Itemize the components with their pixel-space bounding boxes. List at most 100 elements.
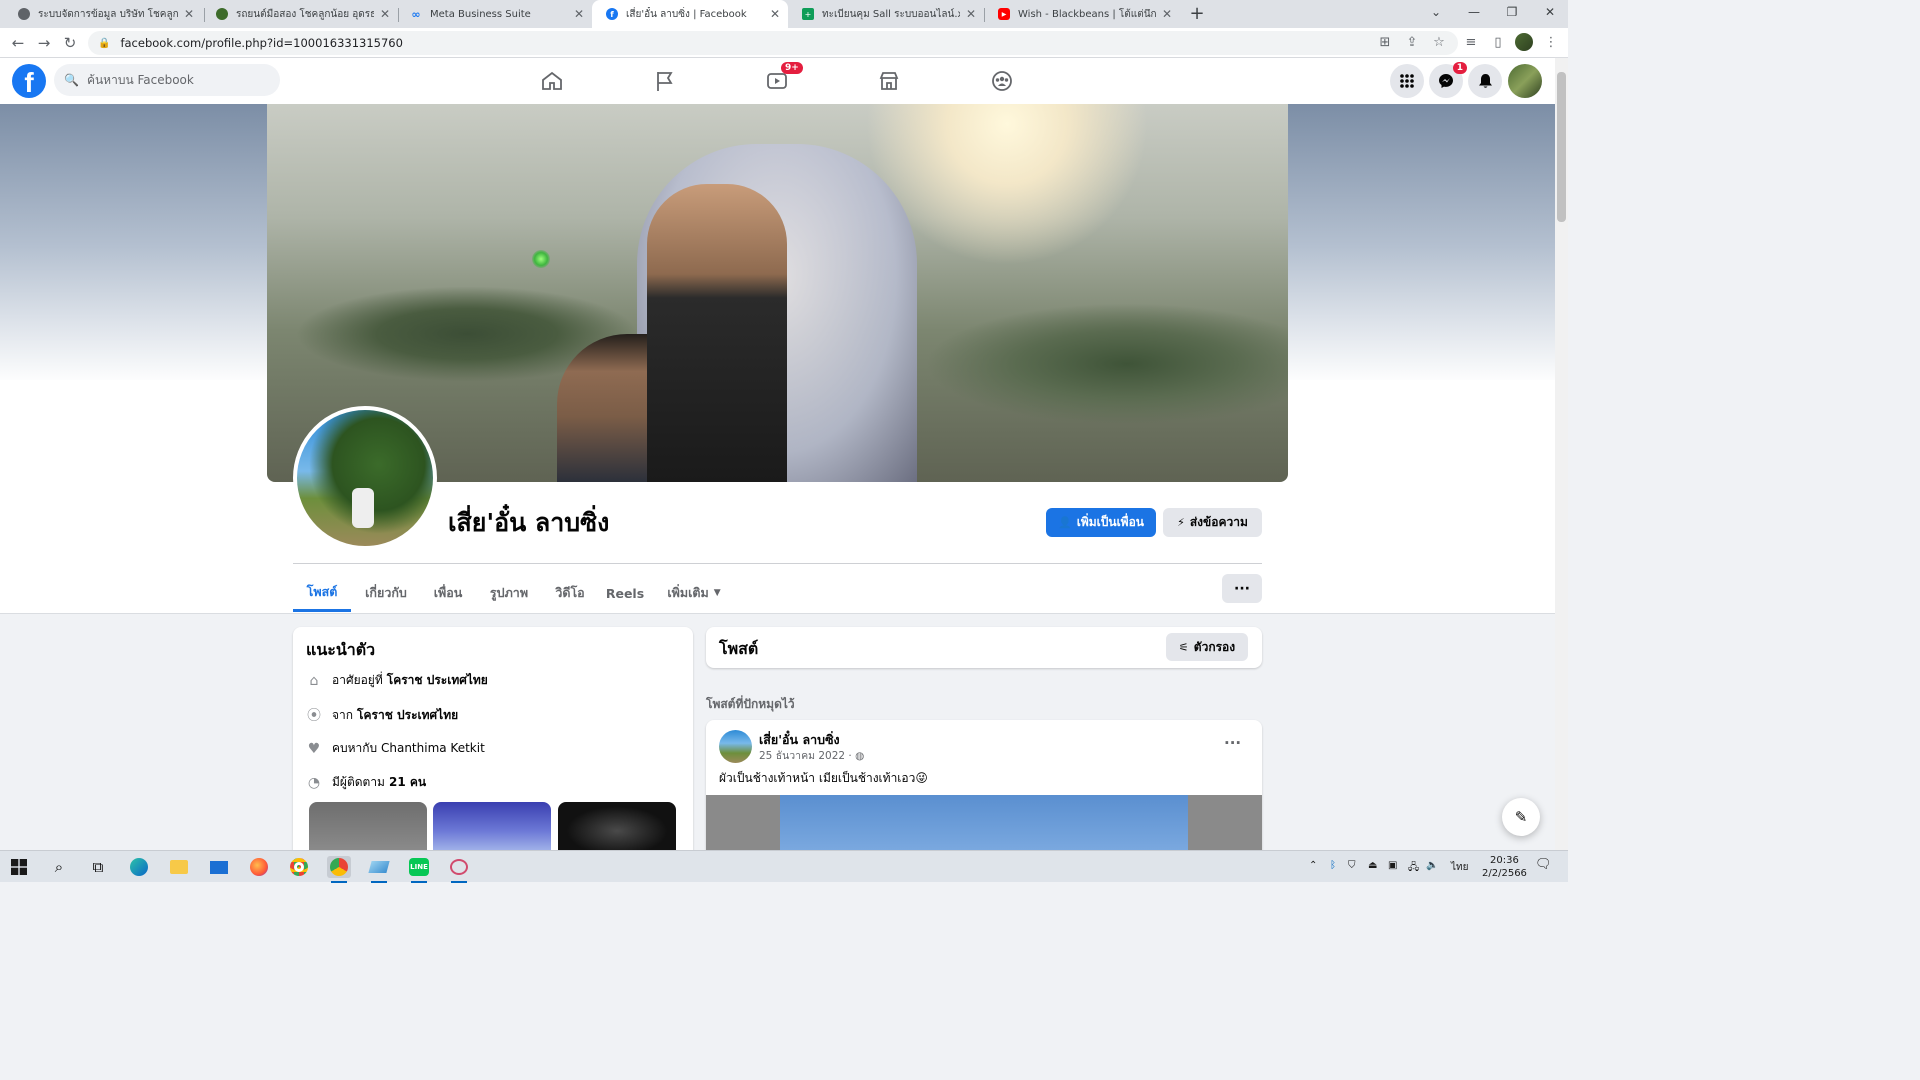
notification-center-icon[interactable]: 🗨 [1535,857,1552,872]
close-icon[interactable]: ✕ [184,7,194,21]
notifications-bell-icon[interactable] [1468,64,1502,98]
address-bar[interactable]: 🔒 facebook.com/profile.php?id=1000163313… [88,31,1458,55]
new-tab-button[interactable]: + [1186,3,1208,24]
task-view-icon[interactable]: ⧉ [86,856,110,878]
filter-button[interactable]: ⚟ ตัวกรอง [1166,633,1248,661]
page-scrollbar[interactable] [1555,58,1568,850]
tab-posts[interactable]: โพสต์ [293,574,351,612]
close-icon[interactable]: ✕ [380,7,390,21]
groups-icon[interactable] [982,66,1022,96]
marketplace-icon[interactable] [869,66,909,96]
browser-tab-active[interactable]: f เสี่ย'อั๋น ลาบซิ่ง | Facebook ✕ [592,0,788,28]
tab-photos[interactable]: รูปภาพ [480,574,538,612]
forward-arrow-icon[interactable]: → [35,34,53,52]
add-friend-button[interactable]: 👤 เพิ่มเป็นเพื่อน [1046,508,1156,537]
back-arrow-icon[interactable]: ← [9,34,27,52]
profile-picture[interactable] [293,406,437,550]
featured-photo[interactable] [309,802,427,850]
window-close-button[interactable]: ✕ [1540,5,1560,19]
send-message-button[interactable]: ⚡ ส่งข้อความ [1163,508,1262,537]
pages-flag-icon[interactable] [645,66,685,96]
input-language[interactable]: ไทย [1451,860,1468,875]
menu-grid-icon[interactable] [1390,64,1424,98]
header-divider [293,563,1262,564]
facebook-search-input[interactable]: 🔍 ค้นหาบน Facebook [54,64,280,96]
share-icon[interactable]: ⇪ [1404,35,1420,50]
restore-button[interactable]: ❐ [1502,5,1522,19]
windows-start-icon[interactable] [7,856,31,878]
post-image-content [780,795,1188,850]
home-icon[interactable] [532,66,572,96]
tab-label: วิดีโอ [555,585,585,600]
browser-tab[interactable]: ∞ Meta Business Suite ✕ [396,0,592,28]
intro-followers-prefix: มีผู้ติดตาม [332,775,385,789]
site-icon [216,8,228,20]
tab-videos[interactable]: วิดีโอ [548,574,592,612]
facebook-logo[interactable]: f [12,64,46,98]
posts-title: โพสต์ [719,639,759,658]
translate-icon[interactable]: ⊞ [1377,35,1393,50]
account-avatar[interactable] [1508,64,1542,98]
featured-photo[interactable] [558,802,676,850]
tab-more[interactable]: เพิ่มเติม ▼ [658,574,730,612]
bookmark-star-icon[interactable]: ☆ [1431,35,1447,50]
minimize-button[interactable]: — [1464,5,1484,19]
intro-from-value[interactable]: โคราช ประเทศไทย [357,706,458,725]
tab-friends[interactable]: เพื่อน [424,574,472,612]
tray-overflow-icon[interactable]: ⌃ [1309,860,1317,871]
close-icon[interactable]: ✕ [770,7,780,21]
messenger-icon[interactable]: 1 [1429,62,1467,98]
scrollbar-thumb[interactable] [1557,72,1566,222]
post-image[interactable] [706,795,1262,850]
display-icon[interactable]: ▣ [1388,860,1397,871]
app-icon[interactable] [367,856,391,883]
post-author-avatar[interactable] [719,730,752,763]
security-shield-icon[interactable]: ⛉ [1348,860,1356,871]
close-icon[interactable]: ✕ [1162,7,1172,21]
cover-photo[interactable] [267,104,1288,482]
system-clock[interactable]: 20:36 2/2/2566 [1482,854,1527,880]
reload-icon[interactable]: ↻ [61,34,79,52]
mail-icon[interactable] [207,856,231,878]
intro-relationship-text[interactable]: คบหากับ Chanthima Ketkit [332,739,485,758]
browser-tab[interactable]: + ทะเบียนคุม Sall ระบบออนไลน์.xlsx - G ✕ [788,0,984,28]
chrome-icon[interactable] [287,856,311,878]
paint-app-icon[interactable] [447,856,471,883]
close-icon[interactable]: ✕ [966,7,976,21]
tab-label: รูปภาพ [489,585,529,600]
chrome-profile-icon[interactable] [327,856,351,883]
bluetooth-icon[interactable]: ᛒ [1330,860,1336,871]
firefox-icon[interactable] [247,856,271,878]
tab-reels[interactable]: Reels [602,574,648,612]
network-icon[interactable]: 🖧 [1408,860,1419,877]
intro-lives-prefix: อาศัยอยู่ที่ [332,673,383,687]
browser-tab[interactable]: ระบบจัดการข้อมูล บริษัท โชคลูกน้อย อุดรธ… [4,0,202,28]
post-date[interactable]: 25 ธันวาคม 2022 · ◍ [759,747,864,764]
tab-search-icon[interactable]: ⌄ [1426,5,1446,19]
browser-profile-avatar[interactable] [1515,33,1533,51]
close-icon[interactable]: ✕ [574,7,584,21]
post-options-icon[interactable]: ··· [1224,734,1241,752]
reading-list-icon[interactable]: ≡ [1463,35,1479,50]
featured-photo[interactable] [433,802,551,850]
edge-icon[interactable] [127,856,151,878]
file-explorer-icon[interactable] [167,856,191,878]
intro-lives-value[interactable]: โคราช ประเทศไทย [387,671,488,690]
meta-icon: ∞ [411,7,421,21]
intro-followers-value[interactable]: 21 คน [389,773,426,792]
line-icon[interactable]: LINE [407,856,431,883]
browser-tab[interactable]: ▶ Wish - Blackbeans | โต้แต่นึกถึง, โต้ … [984,0,1180,28]
new-message-compose-icon[interactable]: ✎ [1502,798,1540,836]
home-icon: ⌂ [309,672,319,689]
search-icon: 🔍 [64,73,79,87]
volume-icon[interactable]: 🔈 [1426,860,1438,871]
browser-tab[interactable]: รถยนต์มือสอง โชคลูกน้อย อุดรธานี ✕ [202,0,398,28]
profile-more-button[interactable]: ··· [1222,574,1262,603]
browser-menu-icon[interactable]: ⋮ [1543,35,1559,50]
post-date-text: 25 ธันวาคม 2022 · [759,750,856,762]
usb-icon[interactable]: ⏏ [1368,860,1377,871]
tab-about[interactable]: เกี่ยวกับ [356,574,416,612]
watch-icon[interactable]: 9+ [757,62,803,96]
search-icon[interactable]: ⌕ [47,856,71,878]
side-panel-icon[interactable]: ▯ [1490,35,1506,50]
